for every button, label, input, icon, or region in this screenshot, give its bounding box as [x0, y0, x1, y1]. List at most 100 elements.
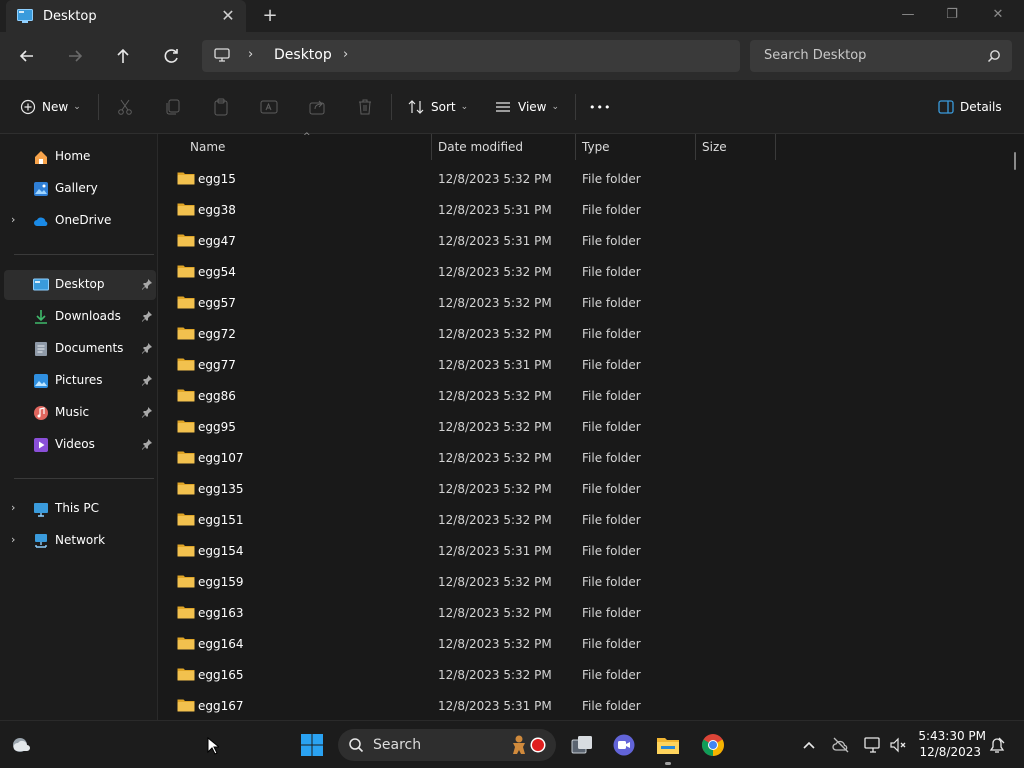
sidebar-item-label: OneDrive	[55, 213, 112, 227]
table-row[interactable]: egg163 12/8/2023 5:32 PM File folder	[159, 597, 1009, 628]
column-header-size[interactable]: Size	[696, 134, 775, 160]
tab-close-icon[interactable]: ✕	[218, 6, 238, 26]
sort-ascending-icon: ^	[303, 132, 311, 142]
column-header-date-modified[interactable]: Date modified	[432, 134, 575, 160]
pin-icon[interactable]	[141, 342, 153, 354]
notifications-icon[interactable]	[987, 735, 1007, 755]
sidebar-item-documents[interactable]: Documents	[4, 334, 156, 364]
column-header-type[interactable]: Type	[576, 134, 695, 160]
view-button[interactable]: View ⌄	[494, 95, 559, 119]
windows-start-icon[interactable]	[300, 733, 324, 757]
pin-icon[interactable]	[141, 438, 153, 450]
table-row[interactable]: egg54 12/8/2023 5:32 PM File folder	[159, 256, 1009, 287]
table-row[interactable]: egg72 12/8/2023 5:32 PM File folder	[159, 318, 1009, 349]
sidebar-item-videos[interactable]: Videos	[4, 430, 156, 460]
sidebar-item-music[interactable]: Music	[4, 398, 156, 428]
file-name: egg15	[198, 172, 236, 186]
chevron-right-icon[interactable]: ›	[248, 47, 253, 62]
column-header-name[interactable]: Name ^	[159, 132, 431, 160]
weather-icon[interactable]	[10, 733, 34, 757]
breadcrumb-desktop[interactable]: Desktop	[274, 47, 332, 63]
table-row[interactable]: egg154 12/8/2023 5:31 PM File folder	[159, 535, 1009, 566]
paste-icon[interactable]	[211, 97, 231, 117]
table-row[interactable]: egg86 12/8/2023 5:32 PM File folder	[159, 380, 1009, 411]
column-header-label: Type	[582, 140, 610, 154]
sidebar-item-home[interactable]: Home	[4, 142, 156, 172]
tab-desktop[interactable]: Desktop ✕	[6, 0, 246, 32]
minimize-button[interactable]: —	[893, 4, 923, 26]
sidebar-item-gallery[interactable]: Gallery	[4, 174, 156, 204]
file-type: File folder	[582, 203, 641, 217]
table-row[interactable]: egg107 12/8/2023 5:32 PM File folder	[159, 442, 1009, 473]
forward-arrow-icon[interactable]	[63, 44, 87, 68]
table-row[interactable]: egg77 12/8/2023 5:31 PM File folder	[159, 349, 1009, 380]
new-label: New	[42, 100, 69, 114]
chevron-right-icon[interactable]: ›	[11, 213, 15, 226]
more-options-icon[interactable]: •••	[589, 95, 611, 119]
chevron-up-icon[interactable]	[799, 735, 819, 755]
pin-icon[interactable]	[141, 374, 153, 386]
table-row[interactable]: egg57 12/8/2023 5:32 PM File folder	[159, 287, 1009, 318]
folder-icon	[177, 544, 195, 557]
share-icon[interactable]	[307, 97, 327, 117]
up-arrow-icon[interactable]	[111, 44, 135, 68]
search-icon[interactable]	[986, 48, 1002, 64]
rename-icon[interactable]	[259, 97, 279, 117]
table-row[interactable]: egg167 12/8/2023 5:31 PM File folder	[159, 690, 1009, 721]
file-explorer-icon[interactable]	[656, 733, 680, 757]
sidebar-item-this-pc[interactable]: › This PC	[4, 494, 156, 524]
sidebar-item-desktop[interactable]: Desktop	[4, 270, 156, 300]
copy-icon[interactable]	[163, 97, 183, 117]
table-row[interactable]: egg165 12/8/2023 5:32 PM File folder	[159, 659, 1009, 690]
vertical-scrollbar[interactable]	[1014, 152, 1016, 170]
sidebar-item-pictures[interactable]: Pictures	[4, 366, 156, 396]
table-row[interactable]: egg135 12/8/2023 5:32 PM File folder	[159, 473, 1009, 504]
column-divider[interactable]	[775, 134, 776, 160]
folder-icon	[177, 203, 195, 216]
desktop-icon	[17, 9, 33, 23]
table-row[interactable]: egg95 12/8/2023 5:32 PM File folder	[159, 411, 1009, 442]
sort-button[interactable]: Sort ⌄	[407, 95, 468, 119]
chevron-right-icon[interactable]: ›	[11, 533, 15, 546]
sidebar-item-onedrive[interactable]: › OneDrive	[4, 206, 156, 236]
close-button[interactable]: ✕	[983, 4, 1013, 26]
refresh-icon[interactable]	[159, 44, 183, 68]
table-row[interactable]: egg38 12/8/2023 5:31 PM File folder	[159, 194, 1009, 225]
clock-time: 5:43:30 PM	[918, 729, 986, 743]
taskbar-search[interactable]: Search	[338, 729, 556, 761]
table-row[interactable]: egg47 12/8/2023 5:31 PM File folder	[159, 225, 1009, 256]
teams-chat-icon[interactable]	[612, 733, 636, 757]
pin-icon[interactable]	[141, 310, 153, 322]
cut-icon[interactable]	[115, 97, 135, 117]
file-type: File folder	[582, 699, 641, 713]
delete-icon[interactable]	[355, 97, 375, 117]
restore-button[interactable]: ❐	[937, 4, 967, 26]
chevron-right-icon[interactable]: ›	[343, 47, 348, 62]
details-button[interactable]: Details	[938, 95, 1002, 119]
desktop-icon	[33, 278, 49, 291]
new-button[interactable]: New ⌄	[20, 95, 81, 119]
file-date-modified: 12/8/2023 5:32 PM	[438, 327, 552, 341]
back-arrow-icon[interactable]	[15, 44, 39, 68]
file-date-modified: 12/8/2023 5:32 PM	[438, 389, 552, 403]
table-row[interactable]: egg164 12/8/2023 5:32 PM File folder	[159, 628, 1009, 659]
sidebar-item-network[interactable]: › Network	[4, 526, 156, 556]
table-row[interactable]: egg15 12/8/2023 5:32 PM File folder	[159, 163, 1009, 194]
sidebar-item-downloads[interactable]: Downloads	[4, 302, 156, 332]
search-input[interactable]: Search Desktop	[750, 40, 1012, 72]
chevron-right-icon[interactable]: ›	[11, 501, 15, 514]
volume-muted-icon[interactable]	[888, 735, 908, 755]
chrome-icon[interactable]	[701, 733, 725, 757]
network-status-icon[interactable]	[863, 735, 883, 755]
pin-icon[interactable]	[141, 278, 153, 290]
file-date-modified: 12/8/2023 5:32 PM	[438, 420, 552, 434]
onedrive-offline-icon[interactable]	[831, 735, 851, 755]
table-row[interactable]: egg151 12/8/2023 5:32 PM File folder	[159, 504, 1009, 535]
table-row[interactable]: egg159 12/8/2023 5:32 PM File folder	[159, 566, 1009, 597]
file-date-modified: 12/8/2023 5:32 PM	[438, 172, 552, 186]
pin-icon[interactable]	[141, 406, 153, 418]
new-tab-button[interactable]: +	[258, 6, 282, 26]
file-date-modified: 12/8/2023 5:32 PM	[438, 668, 552, 682]
address-bar[interactable]: › Desktop ›	[202, 40, 740, 72]
task-view-icon[interactable]	[570, 733, 594, 757]
